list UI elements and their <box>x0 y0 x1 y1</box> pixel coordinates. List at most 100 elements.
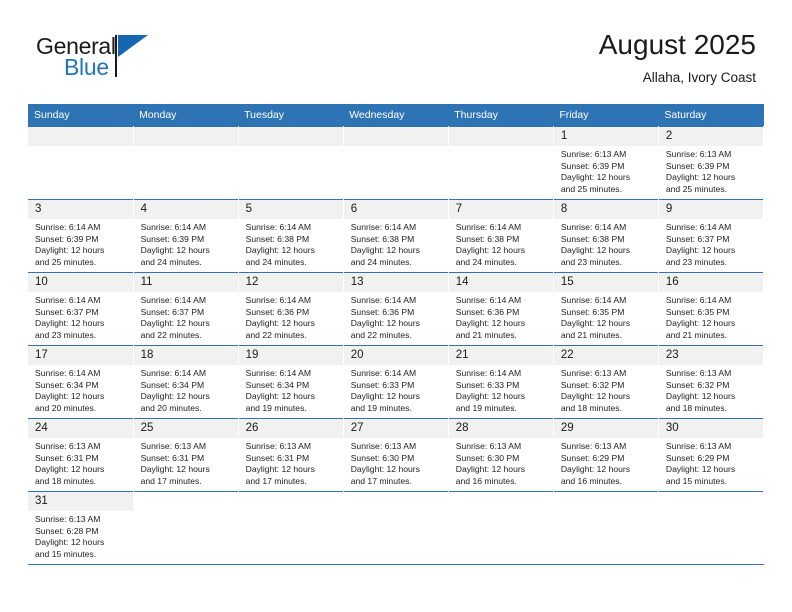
calendar-cell-day[interactable]: 11 Sunrise: 6:14 AM Sunset: 6:37 PM Dayligh… <box>133 272 239 346</box>
calendar-cell-day[interactable]: 26 Sunrise: 6:13 AM Sunset: 6:31 PM Dayligh… <box>238 418 344 492</box>
calendar-day-details: Sunrise: 6:14 AM Sunset: 6:39 PM Daylight:… <box>28 219 133 268</box>
calendar-day-number <box>448 492 553 511</box>
calendar-cell-day[interactable]: 24 Sunrise: 6:13 AM Sunset: 6:31 PM Dayligh… <box>28 418 134 492</box>
calendar-cell-day[interactable]: 25 Sunrise: 6:13 AM Sunset: 6:31 PM Dayligh… <box>133 418 239 492</box>
calendar-day-details: Sunrise: 6:14 AM Sunset: 6:34 PM Daylight:… <box>28 365 133 414</box>
day-detail-sunrise: Sunrise: 6:13 AM <box>350 441 417 451</box>
day-detail-sunset: Sunset: 6:29 PM <box>665 452 730 463</box>
day-detail-daylight2: and 25 minutes. <box>665 183 728 194</box>
day-detail-sunset <box>561 526 652 538</box>
day-detail-sunset: Sunset: 6:37 PM <box>140 306 205 317</box>
calendar-cell-day[interactable]: 1 Sunrise: 6:13 AM Sunset: 6:39 PM Daylight… <box>553 126 659 200</box>
calendar-day-details: Sunrise: 6:13 AM Sunset: 6:39 PM Daylight:… <box>659 146 763 195</box>
calendar-day-details: Sunrise: 6:14 AM Sunset: 6:38 PM Daylight:… <box>449 219 553 268</box>
calendar-day-details <box>134 511 238 560</box>
calendar-day-number: 26 <box>238 419 343 438</box>
day-detail-daylight2: and 17 minutes. <box>245 475 307 486</box>
day-detail-sunrise: Sunrise: 6:13 AM <box>35 441 101 451</box>
day-detail-daylight2: and 16 minutes. <box>560 475 622 486</box>
day-detail-sunrise <box>561 514 652 526</box>
page-header: General Blue August 2025 Allaha, Ivory C… <box>28 28 764 96</box>
calendar-cell-day[interactable]: 19 Sunrise: 6:14 AM Sunset: 6:34 PM Dayligh… <box>238 345 344 419</box>
day-detail-daylight2 <box>666 549 757 561</box>
weekday-header-saturday: Saturday <box>658 104 764 127</box>
calendar-cell-day[interactable]: 29 Sunrise: 6:13 AM Sunset: 6:29 PM Dayligh… <box>553 418 659 492</box>
calendar-cell-day[interactable]: 6 Sunrise: 6:14 AM Sunset: 6:38 PM Daylight… <box>343 199 449 273</box>
calendar-cell-day[interactable]: 17 Sunrise: 6:14 AM Sunset: 6:34 PM Dayligh… <box>28 345 134 419</box>
calendar-cell-day[interactable]: 20 Sunrise: 6:14 AM Sunset: 6:33 PM Dayligh… <box>343 345 449 419</box>
calendar-day-number <box>448 127 553 146</box>
calendar-day-number: 2 <box>658 127 763 146</box>
day-detail-sunrise <box>351 514 442 526</box>
calendar-cell-day[interactable]: 12 Sunrise: 6:14 AM Sunset: 6:36 PM Dayligh… <box>238 272 344 346</box>
calendar-cell-day[interactable]: 18 Sunrise: 6:14 AM Sunset: 6:34 PM Dayligh… <box>133 345 239 419</box>
day-detail-daylight1: Daylight: 12 hours <box>665 172 736 183</box>
calendar-cell-day[interactable]: 9 Sunrise: 6:14 AM Sunset: 6:37 PM Daylight… <box>658 199 765 273</box>
day-detail-daylight2 <box>561 549 652 561</box>
day-detail-sunrise: Sunrise: 6:13 AM <box>560 368 627 378</box>
calendar-cell-day[interactable]: 2 Sunrise: 6:13 AM Sunset: 6:39 PM Daylight… <box>658 126 765 200</box>
day-detail-sunset: Sunset: 6:29 PM <box>560 452 625 463</box>
brand-logo[interactable]: General Blue <box>36 34 236 90</box>
calendar-day-number: 25 <box>133 419 238 438</box>
calendar-day-details: Sunrise: 6:14 AM Sunset: 6:36 PM Daylight:… <box>449 292 553 341</box>
calendar-day-number <box>553 492 658 511</box>
calendar-cell-day[interactable]: 27 Sunrise: 6:13 AM Sunset: 6:30 PM Dayligh… <box>343 418 449 492</box>
calendar-day-number: 27 <box>343 419 448 438</box>
calendar-day-number <box>133 127 238 146</box>
day-detail-daylight1 <box>666 537 757 549</box>
calendar-cell-day[interactable]: 4 Sunrise: 6:14 AM Sunset: 6:39 PM Daylight… <box>133 199 239 273</box>
calendar-cell-day[interactable]: 31 Sunrise: 6:13 AM Sunset: 6:28 PM Dayligh… <box>28 491 134 565</box>
day-detail-daylight2: and 17 minutes. <box>350 475 412 486</box>
calendar-cell-day[interactable]: 10 Sunrise: 6:14 AM Sunset: 6:37 PM Dayligh… <box>28 272 134 346</box>
calendar-day-details: Sunrise: 6:14 AM Sunset: 6:35 PM Daylight:… <box>659 292 763 341</box>
day-detail-daylight1: Daylight: 12 hours <box>455 391 526 402</box>
calendar-cell-day[interactable]: 23 Sunrise: 6:13 AM Sunset: 6:32 PM Dayligh… <box>658 345 765 419</box>
calendar-day-details: Sunrise: 6:13 AM Sunset: 6:28 PM Daylight:… <box>28 511 133 560</box>
calendar-cell-empty <box>133 126 239 200</box>
calendar-cell-day[interactable]: 28 Sunrise: 6:13 AM Sunset: 6:30 PM Dayligh… <box>448 418 554 492</box>
day-detail-daylight1: Daylight: 12 hours <box>350 318 420 329</box>
calendar-cell-day[interactable]: 21 Sunrise: 6:14 AM Sunset: 6:33 PM Dayligh… <box>448 345 554 419</box>
calendar-cell-day[interactable]: 3 Sunrise: 6:14 AM Sunset: 6:39 PM Daylight… <box>28 199 134 273</box>
calendar-cell-day[interactable]: 22 Sunrise: 6:13 AM Sunset: 6:32 PM Dayligh… <box>553 345 659 419</box>
day-detail-daylight1 <box>456 537 547 549</box>
weekday-header-thursday: Thursday <box>448 104 554 127</box>
calendar-day-details <box>449 511 553 560</box>
calendar-day-details: Sunrise: 6:14 AM Sunset: 6:35 PM Daylight:… <box>554 292 658 341</box>
day-detail-daylight1: Daylight: 12 hours <box>665 318 736 329</box>
calendar-day-number: 5 <box>238 200 343 219</box>
calendar-cell-day[interactable]: 14 Sunrise: 6:14 AM Sunset: 6:36 PM Dayligh… <box>448 272 554 346</box>
calendar-cell-day[interactable]: 13 Sunrise: 6:14 AM Sunset: 6:36 PM Dayligh… <box>343 272 449 346</box>
day-detail-daylight1: Daylight: 12 hours <box>560 245 631 256</box>
calendar-cell-day[interactable]: 30 Sunrise: 6:13 AM Sunset: 6:29 PM Dayligh… <box>658 418 765 492</box>
day-detail-sunrise: Sunrise: 6:14 AM <box>245 222 312 232</box>
calendar-cell-day[interactable]: 15 Sunrise: 6:14 AM Sunset: 6:35 PM Dayligh… <box>553 272 659 346</box>
day-detail-sunrise: Sunrise: 6:13 AM <box>665 441 732 451</box>
calendar-day-details: Sunrise: 6:14 AM Sunset: 6:33 PM Daylight:… <box>449 365 553 414</box>
calendar-day-details: Sunrise: 6:14 AM Sunset: 6:39 PM Daylight:… <box>134 219 238 268</box>
calendar-day-number: 30 <box>658 419 763 438</box>
calendar-week-row: 24 Sunrise: 6:13 AM Sunset: 6:31 PM Dayligh… <box>28 418 765 492</box>
day-detail-sunrise: Sunrise: 6:14 AM <box>35 295 101 305</box>
day-detail-sunset <box>666 526 757 538</box>
calendar-day-number: 22 <box>553 346 658 365</box>
page-subtitle: Allaha, Ivory Coast <box>642 70 756 85</box>
calendar-cell-day[interactable]: 8 Sunrise: 6:14 AM Sunset: 6:38 PM Daylight… <box>553 199 659 273</box>
calendar-body: 1 Sunrise: 6:13 AM Sunset: 6:39 PM Daylight… <box>28 126 765 565</box>
calendar-cell-day[interactable]: 5 Sunrise: 6:14 AM Sunset: 6:38 PM Daylight… <box>238 199 344 273</box>
day-detail-daylight2: and 22 minutes. <box>245 329 307 340</box>
calendar-day-details: Sunrise: 6:13 AM Sunset: 6:32 PM Daylight:… <box>659 365 763 414</box>
calendar-day-details <box>344 511 448 560</box>
day-detail-sunrise: Sunrise: 6:14 AM <box>35 368 101 378</box>
calendar-day-details: Sunrise: 6:14 AM Sunset: 6:37 PM Daylight:… <box>134 292 238 341</box>
day-detail-sunrise: Sunrise: 6:13 AM <box>140 441 207 451</box>
calendar-day-number: 19 <box>238 346 343 365</box>
calendar-day-number <box>658 492 763 511</box>
calendar-day-details <box>659 511 763 560</box>
calendar-cell-day[interactable]: 16 Sunrise: 6:14 AM Sunset: 6:35 PM Dayligh… <box>658 272 765 346</box>
calendar-week-row: 17 Sunrise: 6:14 AM Sunset: 6:34 PM Dayligh… <box>28 345 765 419</box>
brand-name-blue: Blue <box>64 54 109 80</box>
day-detail-daylight2: and 22 minutes. <box>350 329 412 340</box>
calendar-cell-day[interactable]: 7 Sunrise: 6:14 AM Sunset: 6:38 PM Daylight… <box>448 199 554 273</box>
